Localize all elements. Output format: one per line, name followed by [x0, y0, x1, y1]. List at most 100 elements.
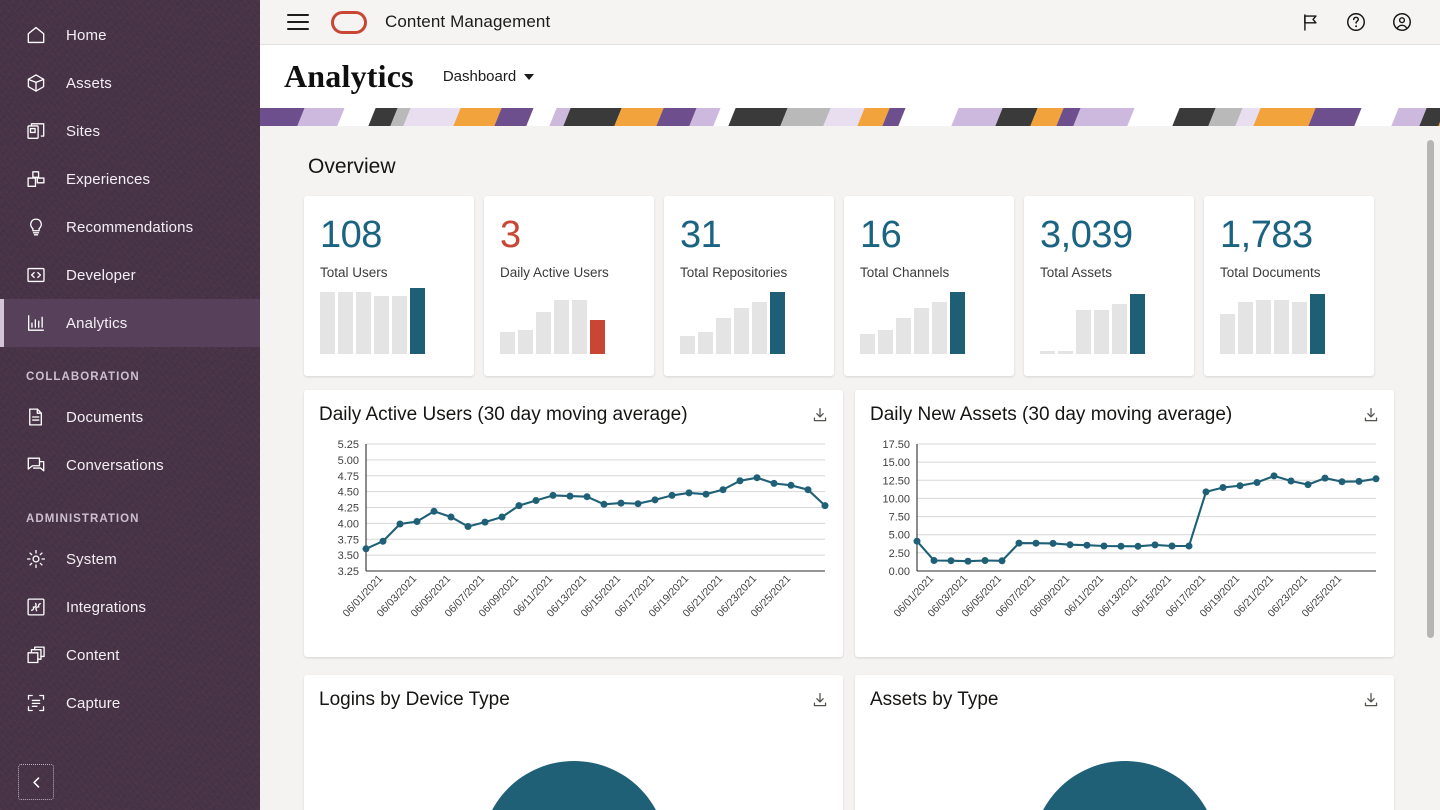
sparkline-bar	[1112, 304, 1127, 354]
sparkline-bar	[590, 320, 605, 354]
sidebar-item-content[interactable]: Content	[0, 631, 260, 679]
kpi-label: Total Channels	[860, 265, 998, 280]
gear-icon	[24, 547, 48, 571]
decorative-banner-stripe	[260, 108, 1440, 126]
sidebar-item-label: Documents	[66, 409, 143, 426]
sidebar-section-heading: ADMINISTRATION	[0, 489, 260, 535]
kpi-card-total-assets[interactable]: 3,039Total Assets	[1024, 196, 1194, 376]
dashboard-selector-label: Dashboard	[443, 68, 516, 85]
download-icon[interactable]	[811, 691, 829, 709]
sidebar-collapse-button[interactable]	[18, 764, 54, 800]
kpi-card-total-users[interactable]: 108 Total Users	[304, 196, 474, 376]
sparkline-bar	[680, 336, 695, 354]
kpi-sparkline	[680, 292, 785, 354]
svg-text:4.00: 4.00	[338, 518, 359, 530]
kpi-card-daily-active-users[interactable]: 3Daily Active Users	[484, 196, 654, 376]
code-brackets-icon	[24, 263, 48, 287]
svg-text:0.00: 0.00	[889, 566, 910, 578]
sparkline-bar	[914, 308, 929, 354]
sites-icon	[24, 119, 48, 143]
hamburger-icon[interactable]	[287, 14, 309, 30]
kpi-label: Total Documents	[1220, 265, 1358, 280]
topbar-actions	[1300, 11, 1413, 33]
sidebar-item-integrations[interactable]: Integrations	[0, 583, 260, 631]
chevron-down-icon	[524, 74, 534, 80]
sidebar-item-developer[interactable]: Developer	[0, 251, 260, 299]
kpi-sparkline	[500, 292, 605, 354]
oracle-logo-icon[interactable]	[331, 11, 367, 34]
download-icon[interactable]	[1362, 406, 1380, 424]
svg-text:4.50: 4.50	[338, 487, 359, 499]
sidebar-item-assets[interactable]: Assets	[0, 59, 260, 107]
card-title: Assets by Type	[870, 689, 999, 711]
sparkline-bar	[410, 288, 425, 354]
sparkline-bar	[1076, 310, 1091, 354]
line-chart-daily-new-assets: 0.002.505.007.5010.0012.5015.0017.5006/0…	[855, 432, 1394, 657]
sidebar-item-label: Analytics	[66, 315, 127, 332]
sparkline-bar	[752, 302, 767, 354]
kpi-sparkline	[320, 292, 425, 354]
card-daily-new-assets: Daily New Assets (30 day moving average)…	[855, 390, 1394, 657]
card-assets-by-type: Assets by Type	[855, 675, 1394, 810]
sidebar-item-analytics[interactable]: Analytics	[0, 299, 260, 347]
sparkline-bar	[896, 318, 911, 354]
sparkline-bar	[1058, 351, 1073, 354]
svg-text:5.00: 5.00	[889, 530, 910, 542]
card-title: Daily New Assets (30 day moving average)	[870, 404, 1232, 426]
layers-icon	[24, 643, 48, 667]
sidebar-item-capture[interactable]: Capture	[0, 679, 260, 727]
sidebar-item-sites[interactable]: Sites	[0, 107, 260, 155]
card-title: Daily Active Users (30 day moving averag…	[319, 404, 688, 426]
download-icon[interactable]	[1362, 691, 1380, 709]
kpi-label: Total Assets	[1040, 265, 1178, 280]
sidebar-item-label: Sites	[66, 123, 100, 140]
sparkline-bar	[1292, 302, 1307, 354]
sidebar-item-home[interactable]: Home	[0, 11, 260, 59]
sidebar-item-documents[interactable]: Documents	[0, 393, 260, 441]
kpi-card-total-repositories[interactable]: 31Total Repositories	[664, 196, 834, 376]
pie-chart-assets-by-type	[855, 721, 1394, 810]
page-header: Analytics Dashboard	[260, 45, 1440, 108]
sidebar-item-recommendations[interactable]: Recommendations	[0, 203, 260, 251]
sparkline-bar	[1256, 300, 1271, 354]
cube-icon	[24, 71, 48, 95]
sidebar-item-label: Conversations	[66, 457, 164, 474]
svg-text:7.50: 7.50	[889, 512, 910, 524]
sidebar-item-label: Content	[66, 647, 120, 664]
dashboard-selector[interactable]: Dashboard	[443, 68, 534, 85]
svg-text:4.75: 4.75	[338, 471, 359, 483]
line-chart-daily-active-users: 3.253.503.754.004.254.504.755.005.2506/0…	[304, 432, 843, 657]
help-circle-icon[interactable]	[1345, 11, 1367, 33]
sparkline-bar	[320, 292, 335, 354]
sparkline-bar	[950, 292, 965, 354]
kpi-card-total-documents[interactable]: 1,783Total Documents	[1204, 196, 1374, 376]
sidebar-item-label: Developer	[66, 267, 136, 284]
chat-bubbles-icon	[24, 453, 48, 477]
content-scrollbar-thumb[interactable]	[1427, 140, 1434, 638]
flag-icon[interactable]	[1300, 12, 1321, 33]
sidebar: Home Assets Sites ExperiencesRecommendation…	[0, 0, 260, 810]
kpi-card-total-channels[interactable]: 16 Total Channels	[844, 196, 1014, 376]
kpi-label: Total Users	[320, 265, 458, 280]
sparkline-bar	[1274, 300, 1289, 354]
kpi-label: Total Repositories	[680, 265, 818, 280]
svg-text:15.00: 15.00	[882, 457, 910, 469]
sidebar-item-system[interactable]: System	[0, 535, 260, 583]
kpi-sparkline	[860, 292, 965, 354]
card-title: Logins by Device Type	[319, 689, 510, 711]
sparkline-bar	[1130, 294, 1145, 354]
kpi-sparkline	[1220, 292, 1325, 354]
user-account-icon[interactable]	[1391, 11, 1413, 33]
sidebar-item-label: Assets	[66, 75, 112, 92]
sidebar-item-experiences[interactable]: Experiences	[0, 155, 260, 203]
kpi-value: 16	[860, 214, 998, 256]
svg-text:17.50: 17.50	[882, 439, 910, 451]
sidebar-item-conversations[interactable]: Conversations	[0, 441, 260, 489]
integrations-icon	[24, 595, 48, 619]
overview-heading: Overview	[308, 155, 396, 179]
pie-slice	[481, 761, 667, 810]
sparkline-bar	[1094, 310, 1109, 354]
sparkline-bar	[734, 308, 749, 354]
download-icon[interactable]	[811, 406, 829, 424]
kpi-value: 108	[320, 214, 458, 256]
